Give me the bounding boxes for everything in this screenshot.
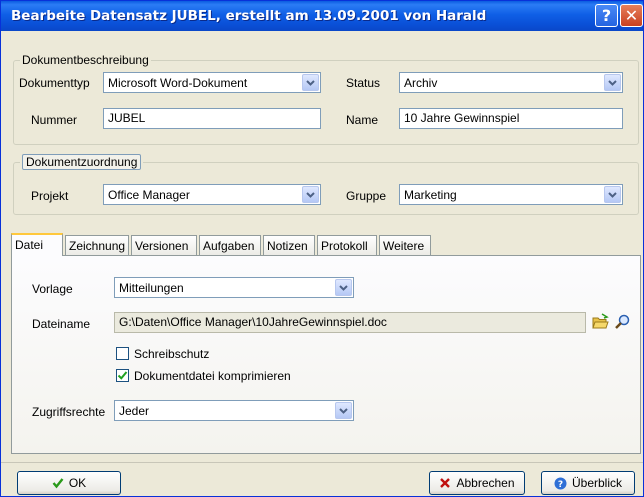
tab-label: Zeichnung (69, 239, 126, 253)
vorlage-value: Mitteilungen (119, 281, 184, 295)
tab-label: Aufgaben (203, 239, 255, 253)
tab-label: Notizen (267, 239, 308, 253)
tab-zeichnung[interactable]: Zeichnung (65, 235, 129, 255)
name-input[interactable]: 10 Jahre Gewinnspiel (399, 108, 623, 129)
close-icon (440, 478, 451, 488)
projekt-select[interactable]: Office Manager (103, 184, 321, 205)
tab-label: Weitere (383, 239, 425, 253)
chevron-down-icon[interactable] (335, 402, 352, 419)
gruppe-value: Marketing (404, 188, 457, 202)
komprimieren-checkbox[interactable] (116, 369, 129, 382)
komprimieren-label: Dokumentdatei komprimieren (134, 369, 291, 383)
divider (1, 462, 643, 463)
ok-label: OK (68, 476, 87, 490)
name-label: Name (346, 113, 379, 127)
group-legend-label: Dokumentzuordnung (22, 154, 142, 170)
checkmark-icon (52, 478, 64, 489)
chevron-down-icon[interactable] (335, 279, 352, 296)
tab-label: Datei (15, 238, 44, 252)
tab-protokoll[interactable]: Protokoll (317, 235, 377, 255)
zugriffsrechte-value: Jeder (119, 404, 150, 418)
chevron-down-icon[interactable] (604, 186, 621, 203)
tab-aufgaben[interactable]: Aufgaben (199, 235, 261, 255)
dateiname-input[interactable]: G:\Daten\Office Manager\10JahreGewinnspi… (114, 312, 586, 333)
vorlage-label: Vorlage (32, 282, 73, 296)
title-bar[interactable]: Bearbeite Datensatz JUBEL, erstellt am 1… (1, 1, 643, 31)
help-button[interactable]: ? (595, 4, 618, 27)
group-legend: Dokumentzuordnung (20, 154, 143, 170)
close-button[interactable]: ✕ (620, 4, 643, 27)
projekt-value: Office Manager (108, 188, 190, 202)
status-value: Archiv (404, 76, 438, 90)
nummer-input[interactable]: JUBEL (103, 108, 321, 129)
group-dokumentbeschreibung: Dokumentbeschreibung (13, 53, 639, 145)
window-title: Bearbeite Datensatz JUBEL, erstellt am 1… (11, 8, 487, 24)
tab-datei[interactable]: Datei (11, 233, 63, 256)
vorlage-select[interactable]: Mitteilungen (114, 277, 354, 298)
tab-versionen[interactable]: Versionen (131, 235, 197, 255)
ueberblick-label: Überblick (571, 476, 622, 490)
schreibschutz-checkbox[interactable] (116, 347, 129, 360)
view-file-icon[interactable] (614, 313, 632, 334)
chevron-down-icon[interactable] (302, 186, 319, 203)
ueberblick-button[interactable]: ? Überblick (541, 471, 635, 495)
checkmark-icon (117, 371, 128, 380)
abbrechen-label: Abbrechen (456, 476, 515, 490)
dokumenttyp-value: Microsoft Word-Dokument (108, 76, 248, 90)
svg-text:?: ? (558, 480, 563, 490)
projekt-label: Projekt (31, 189, 69, 203)
chevron-down-icon[interactable] (302, 74, 319, 91)
dokumenttyp-label: Dokumenttyp (19, 76, 90, 90)
gruppe-select[interactable]: Marketing (399, 184, 623, 205)
tab-panel-datei: Vorlage Mitteilungen Dateiname G:\Daten\… (11, 255, 641, 454)
dialog-window: Bearbeite Datensatz JUBEL, erstellt am 1… (0, 0, 644, 497)
tab-notizen[interactable]: Notizen (263, 235, 315, 255)
gruppe-label: Gruppe (346, 189, 387, 203)
help-icon: ? (601, 6, 612, 25)
help-icon: ? (554, 477, 567, 490)
tab-label: Protokoll (321, 239, 368, 253)
chevron-down-icon[interactable] (604, 74, 621, 91)
tab-label: Versionen (135, 239, 189, 253)
group-legend: Dokumentbeschreibung (22, 53, 149, 67)
nummer-label: Nummer (31, 113, 78, 127)
dateiname-label: Dateiname (32, 317, 91, 331)
schreibschutz-label: Schreibschutz (134, 347, 210, 361)
open-folder-icon[interactable] (592, 313, 610, 334)
zugriffsrechte-label: Zugriffsrechte (32, 405, 106, 419)
ok-button[interactable]: OK (17, 471, 121, 495)
zugriffsrechte-select[interactable]: Jeder (114, 400, 354, 421)
status-select[interactable]: Archiv (399, 72, 623, 93)
abbrechen-button[interactable]: Abbrechen (429, 471, 525, 495)
tab-weitere[interactable]: Weitere (379, 235, 431, 255)
status-label: Status (346, 76, 381, 90)
close-icon: ✕ (624, 6, 639, 25)
dokumenttyp-select[interactable]: Microsoft Word-Dokument (103, 72, 321, 93)
